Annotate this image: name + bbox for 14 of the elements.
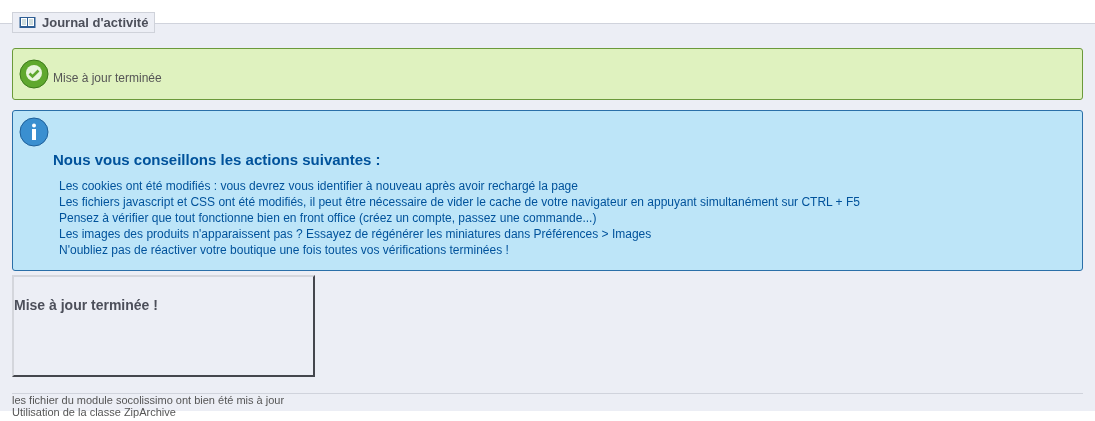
- advice-line: N'oubliez pas de réactiver votre boutique une fois toutes vos vérifications terminées !: [59, 242, 510, 258]
- log-line: Utilisation de la classe ZipArchive: [12, 406, 177, 418]
- advice-line: Les images des produits n'apparaissent pas ? Essayez de régénérer les miniatures dans Préférences > Images: [59, 226, 653, 242]
- info-title: Nous vous conseillons les actions suivantes :: [53, 151, 382, 168]
- book-icon: [19, 16, 36, 29]
- info-icon: [19, 117, 49, 147]
- advice-line: Les fichiers javascript et CSS ont été modifiés, il peut être nécessaire de vider le cache de votre navigateur en appuyant simultanément sur CTRL + F5: [59, 194, 861, 210]
- success-text: Mise à jour terminée: [53, 71, 162, 85]
- legend-title: Journal d'activité: [42, 15, 149, 30]
- advice-line: Pensez à vérifier que tout fonctionne bien en front office (créez un compte, passez une commande...): [59, 210, 598, 226]
- advice-line: Les cookies ont été modifiés : vous devrez vous identifier à nouveau après avoir rechargé la page: [59, 178, 579, 194]
- log-line: les fichier du module socolissimo ont bien été mis à jour: [12, 394, 286, 406]
- check-icon: [19, 59, 49, 89]
- result-title: Mise à jour terminée !: [14, 297, 159, 313]
